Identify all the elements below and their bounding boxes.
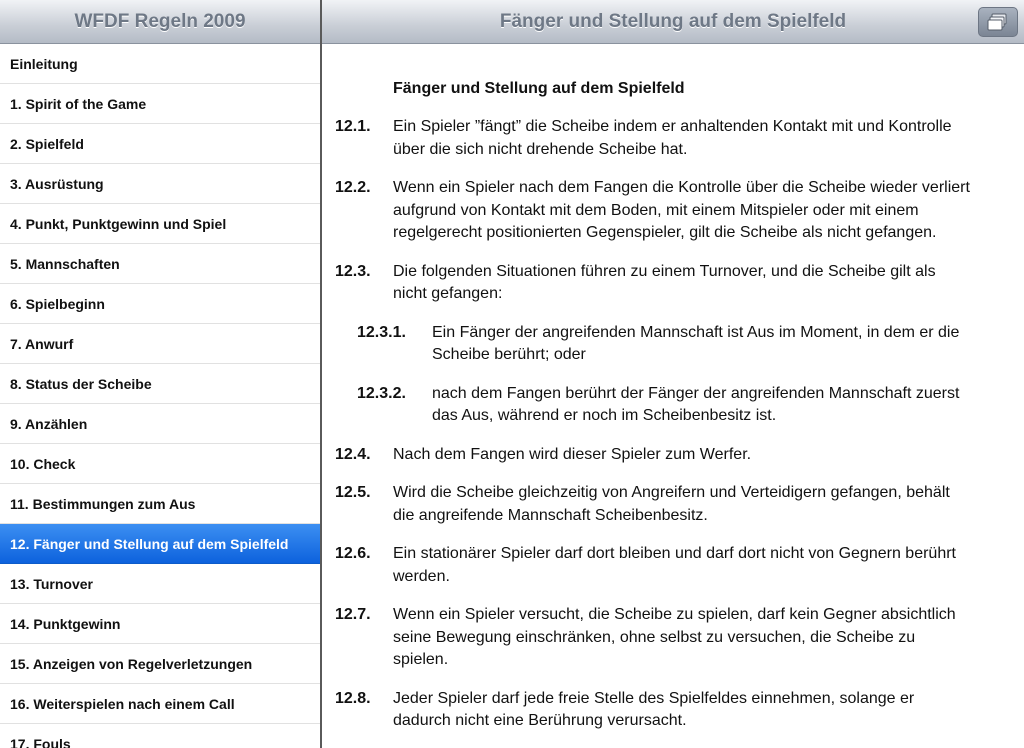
rule-text: Wenn ein Spieler versucht, die Scheibe z… — [393, 606, 956, 668]
rule-text: Nach dem Fangen wird dieser Spieler zum … — [393, 445, 752, 463]
rule-number: 12.7. — [335, 606, 371, 623]
toc-item[interactable]: 5. Mannschaften — [0, 244, 320, 284]
rule-item: 12.7. Wenn ein Spieler versucht, die Sch… — [322, 604, 1024, 672]
rule-number: 12.2. — [335, 179, 371, 196]
toc-item[interactable]: 3. Ausrüstung — [0, 164, 320, 204]
toc-item[interactable]: 10. Check — [0, 444, 320, 484]
rule-number: 12.5. — [335, 484, 371, 501]
toc-item[interactable]: 14. Punktgewinn — [0, 604, 320, 644]
rule-text: Wenn ein Spieler nach dem Fangen die Kon… — [393, 179, 970, 241]
toc-header: WFDF Regeln 2009 — [0, 0, 320, 44]
rule-item: 12.2. Wenn ein Spieler nach dem Fangen d… — [322, 177, 1024, 245]
toc-title: WFDF Regeln 2009 — [74, 10, 246, 32]
rule-number: 12.4. — [335, 445, 371, 463]
toc-item[interactable]: 8. Status der Scheibe — [0, 364, 320, 404]
toc-item[interactable]: 13. Turnover — [0, 564, 320, 604]
cards-icon — [987, 13, 1007, 31]
toc-item-selected[interactable]: 12. Fänger und Stellung auf dem Spielfel… — [0, 524, 320, 564]
toc-item[interactable]: 6. Spielbeginn — [0, 284, 320, 324]
toc-item[interactable]: 15. Anzeigen von Regelverletzungen — [0, 644, 320, 684]
rule-item: 12.8. Jeder Spieler darf jede freie Stel… — [322, 688, 1024, 733]
rule-item: 12.4. Nach dem Fangen wird dieser Spiele… — [322, 444, 1024, 467]
rule-number: 12.1. — [335, 118, 371, 135]
rule-item: 12.3. Die folgenden Situationen führen z… — [322, 261, 1024, 306]
rule-text: Wird die Scheibe gleichzeitig von Angrei… — [393, 484, 950, 524]
rule-number: 12.6. — [335, 545, 371, 562]
toc-item[interactable]: 1. Spirit of the Game — [0, 84, 320, 124]
detail-title: Fänger und Stellung auf dem Spielfeld — [499, 10, 847, 32]
subrule-item: 12.3.2. nach dem Fangen berührt der Fäng… — [322, 383, 1024, 428]
subrule-item: 12.3.1. Ein Fänger der angreifenden Mann… — [322, 322, 1024, 367]
toc-item[interactable]: 4. Punkt, Punktgewinn und Spiel — [0, 204, 320, 244]
rules-content: Fänger und Stellung auf dem Spielfeld 12… — [322, 44, 1024, 733]
rule-number: 12.3.2. — [357, 384, 406, 402]
rule-text: Ein Spieler ”fängt” die Scheibe indem er… — [393, 118, 952, 158]
rule-text: Ein Fänger der angreifenden Mannschaft i… — [432, 323, 960, 364]
rule-item: 12.6. Ein stationärer Spieler darf dort … — [322, 543, 1024, 588]
toc-item[interactable]: 9. Anzählen — [0, 404, 320, 444]
rule-text: nach dem Fangen berührt der Fänger der a… — [432, 384, 960, 425]
rule-text: Die folgenden Situationen führen zu eine… — [393, 262, 936, 303]
cards-button[interactable] — [978, 7, 1018, 37]
toc-pane: WFDF Regeln 2009 Einleitung 1. Spirit of… — [0, 0, 320, 748]
rule-number: 12.3.1. — [357, 323, 406, 341]
toc-item[interactable]: 7. Anwurf — [0, 324, 320, 364]
toc-list: Einleitung 1. Spirit of the Game 2. Spie… — [0, 44, 320, 748]
detail-header: Fänger und Stellung auf dem Spielfeld — [322, 0, 1024, 44]
rule-text: Ein stationärer Spieler darf dort bleibe… — [393, 545, 956, 585]
app-window: WFDF Regeln 2009 Einleitung 1. Spirit of… — [0, 0, 1024, 748]
detail-pane: Fänger und Stellung auf dem Spielfeld Fä… — [322, 0, 1024, 748]
rule-item: 12.5. Wird die Scheibe gleichzeitig von … — [322, 482, 1024, 527]
rule-item: 12.1. Ein Spieler ”fängt” die Scheibe in… — [322, 116, 1024, 161]
rule-text: Jeder Spieler darf jede freie Stelle des… — [393, 689, 915, 730]
toc-item[interactable]: 17. Fouls — [0, 724, 320, 748]
rule-number: 12.8. — [335, 689, 371, 707]
toc-item[interactable]: 2. Spielfeld — [0, 124, 320, 164]
rule-number: 12.3. — [335, 262, 371, 280]
toc-item[interactable]: Einleitung — [0, 44, 320, 84]
toc-item[interactable]: 11. Bestimmungen zum Aus — [0, 484, 320, 524]
toc-item[interactable]: 16. Weiterspielen nach einem Call — [0, 684, 320, 724]
section-title: Fänger und Stellung auf dem Spielfeld — [393, 80, 685, 97]
